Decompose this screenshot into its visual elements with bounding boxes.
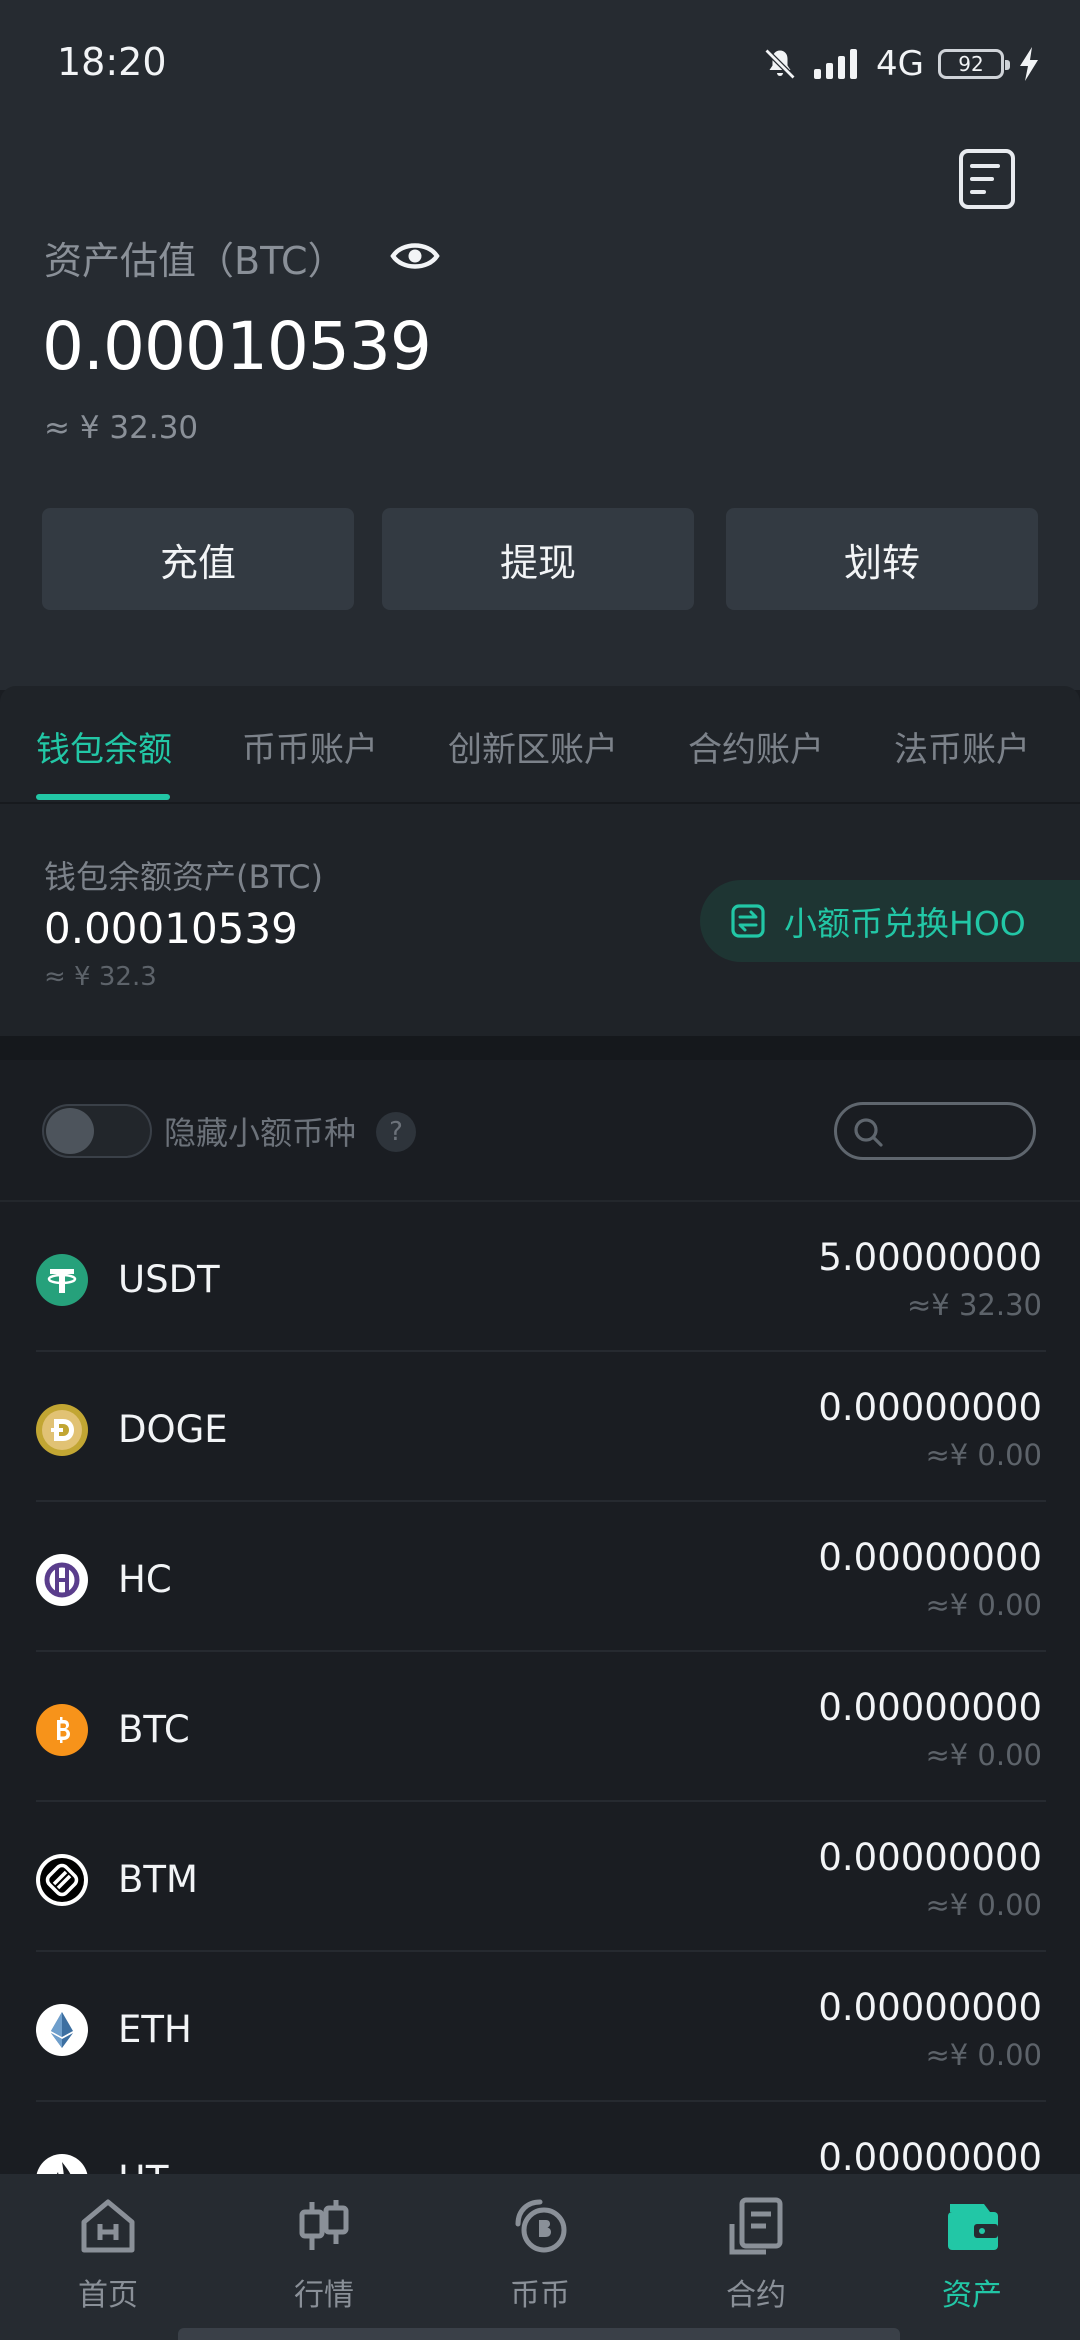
coin-amount: 0.00000000 [818,2136,1042,2179]
status-time: 18:20 [57,40,167,84]
nav-assets[interactable]: 资产 [897,2194,1047,2324]
doge-icon [36,1404,88,1456]
nav-contract[interactable]: 合约 [681,2194,831,2324]
records-icon[interactable] [958,148,1016,210]
wallet-balance-cny: ≈ ¥ 32.3 [44,962,157,992]
coin-amount: 0.00000000 [818,1536,1042,1579]
nav-label: 币币 [510,2278,570,2313]
coin-row-btc[interactable]: BTC 0.00000000 ≈¥ 0.00 [0,1652,1080,1802]
candlestick-icon [299,2200,349,2250]
coin-row-doge[interactable]: DOGE 0.00000000 ≈¥ 0.00 [0,1352,1080,1502]
btc-icon [36,1704,88,1756]
home-icon [81,2199,135,2253]
tab-innovation-account[interactable]: 创新区账户 [448,722,618,771]
coin-row-usdt[interactable]: USDT 5.00000000 ≈¥ 32.30 [0,1202,1080,1352]
wallet-icon [948,2204,998,2250]
coin-name: BTM [118,1858,198,1901]
nav-home[interactable]: 首页 [33,2194,183,2324]
search-icon [854,1118,883,1147]
tab-spot-account[interactable]: 币币账户 [242,722,378,771]
tab-fiat-account[interactable]: 法币账户 [894,722,1030,771]
nav-label: 资产 [942,2278,1002,2313]
coin-cny: ≈¥ 0.00 [925,1738,1042,1772]
coin-name: DOGE [118,1408,228,1451]
coin-amount: 0.00000000 [818,1986,1042,2029]
contract-icon [729,2197,783,2255]
eye-icon[interactable] [390,232,440,280]
coin-cny: ≈¥ 0.00 [925,1438,1042,1472]
nav-market[interactable]: 行情 [249,2194,399,2324]
transfer-button[interactable]: 划转 [726,508,1038,610]
status-bar: 18:20 4G 92 [0,0,1080,130]
battery-level: 92 [958,52,984,76]
coin-amount: 0.00000000 [818,1386,1042,1429]
coin-amount: 0.00000000 [818,1836,1042,1879]
coin-row-btm[interactable]: BTM 0.00000000 ≈¥ 0.00 [0,1802,1080,1952]
wallet-balance-value: 0.00010539 [44,904,298,953]
hc-icon [36,1554,88,1606]
nav-spot[interactable]: 币币 [465,2194,615,2324]
tab-contract-account[interactable]: 合约账户 [688,722,824,771]
active-tab-indicator [36,794,170,800]
coin-row-hc[interactable]: HC 0.00000000 ≈¥ 0.00 [0,1502,1080,1652]
asset-total-value: 0.00010539 [42,308,432,385]
small-coin-convert-button[interactable]: 小额币兑换HOO [700,880,1080,962]
eth-icon [36,2004,88,2056]
search-input[interactable] [834,1102,1036,1160]
coin-exchange-icon [515,2199,567,2253]
deposit-button[interactable]: 充值 [42,508,354,610]
withdraw-button[interactable]: 提现 [382,508,694,610]
coin-row-eth[interactable]: ETH 0.00000000 ≈¥ 0.00 [0,1952,1080,2102]
nav-label: 首页 [78,2278,138,2313]
btm-icon [36,1854,88,1906]
nav-label: 行情 [294,2278,354,2313]
signal-icon [814,49,858,79]
hide-small-toggle[interactable] [42,1104,152,1158]
coin-cny: ≈¥ 0.00 [925,2038,1042,2072]
coin-name: USDT [118,1258,220,1301]
coin-amount: 0.00000000 [818,1686,1042,1729]
status-icons: 4G 92 [762,44,1040,84]
tabs-divider [0,802,1080,804]
account-tabs-panel: 钱包余额 币币账户 创新区账户 合约账户 法币账户 钱包余额资产(BTC) 0.… [0,686,1080,1036]
coin-name: HC [118,1558,172,1601]
tab-wallet-balance[interactable]: 钱包余额 [36,722,172,771]
mute-bell-icon [764,48,796,80]
network-type: 4G [876,44,924,84]
filter-row: 隐藏小额币种 ? [0,1060,1080,1200]
coin-cny: ≈¥ 32.30 [907,1288,1042,1322]
usdt-icon [36,1254,88,1306]
home-indicator [178,2328,900,2340]
toggle-knob [46,1108,94,1154]
coin-amount: 5.00000000 [818,1236,1042,1279]
asset-header: 18:20 4G 92 资产估值（BTC） 0.00010539 ≈ ¥ 32.… [0,0,1080,690]
coin-name: ETH [118,2008,192,2051]
wallet-balance-label: 钱包余额资产(BTC) [44,858,323,896]
nav-label: 合约 [726,2278,786,2313]
exchange-icon [731,904,765,938]
coin-cny: ≈¥ 0.00 [925,1888,1042,1922]
asset-cny-value: ≈ ¥ 32.30 [44,410,199,446]
asset-valuation-label: 资产估值（BTC） [44,239,346,283]
section-gap [0,1036,1080,1060]
convert-label: 小额币兑换HOO [784,904,1026,943]
battery-indicator: 92 [938,49,1010,79]
help-icon[interactable]: ? [376,1112,416,1152]
coin-cny: ≈¥ 0.00 [925,1588,1042,1622]
hide-small-label: 隐藏小额币种 [164,1114,357,1152]
bottom-navigation: 首页 行情 币币 合约 资产 [0,2174,1080,2340]
charging-icon [1020,47,1038,81]
coin-name: BTC [118,1708,190,1751]
